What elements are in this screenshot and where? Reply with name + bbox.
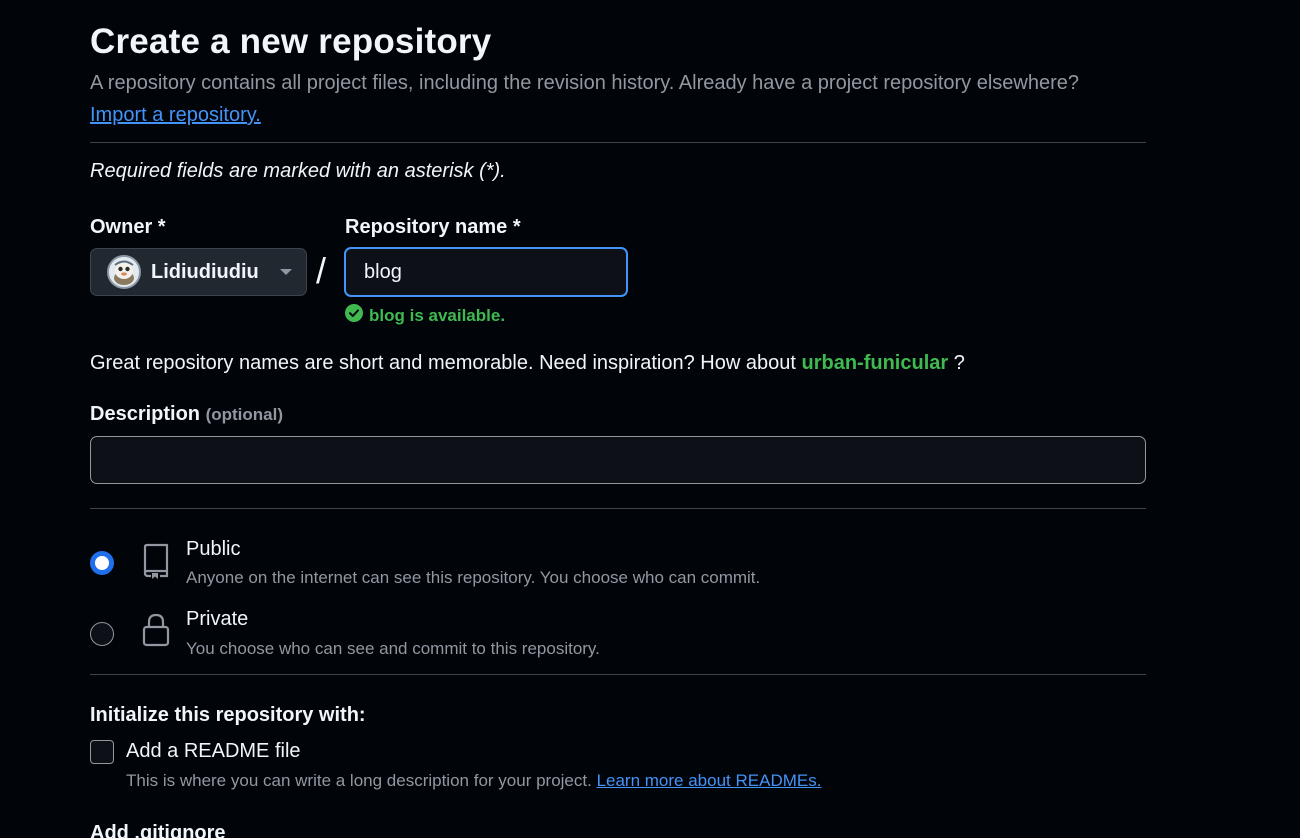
readme-checkbox[interactable] [90,740,114,764]
lock-icon [142,613,170,652]
repo-name-label: Repository name * [345,216,521,238]
repo-icon [142,543,170,584]
public-title: Public [186,538,241,560]
initialize-title: Initialize this repository with: [90,704,366,726]
divider [90,674,1146,675]
readme-description: This is where you can write a long descr… [126,771,821,791]
owner-dropdown[interactable]: Lidiudiudiu [90,248,307,296]
description-label-text: Description [90,403,201,425]
suggestion-text: Great repository names are short and mem… [90,352,796,374]
name-suggestion: Great repository names are short and mem… [90,352,965,375]
page-title: Create a new repository [90,22,492,61]
required-fields-note: Required fields are marked with an aster… [90,160,506,182]
page-subtitle: A repository contains all project files,… [90,72,1080,94]
caret-down-icon [280,269,292,275]
public-radio[interactable] [90,551,114,575]
description-label: Description (optional) [90,403,283,426]
optional-tag: (optional) [205,405,284,424]
availability-message: blog is available. [345,304,505,327]
import-repository-link[interactable]: Import a repository. [90,104,261,127]
readme-label[interactable]: Add a README file [126,740,301,763]
description-input[interactable] [90,436,1146,484]
divider [90,142,1146,143]
repo-name-input[interactable] [344,247,628,297]
private-title: Private [186,608,249,630]
learn-more-readmes-link[interactable]: Learn more about READMEs. [597,771,822,790]
avatar-icon [107,255,141,289]
create-repo-page: Create a new repository A repository con… [0,0,1300,838]
divider [90,508,1146,509]
suggestion-suffix: ? [953,352,965,374]
private-description: You choose who can see and commit to thi… [186,639,600,658]
availability-text: blog is available. [369,305,506,325]
public-description: Anyone on the internet can see this repo… [186,568,761,587]
check-circle-icon [345,304,363,327]
owner-name: Lidiudiudiu [151,260,259,283]
private-radio[interactable] [90,622,114,646]
owner-repo-separator: / [316,250,327,291]
suggested-name-button[interactable]: urban-funicular [801,352,948,374]
readme-description-text: This is where you can write a long descr… [126,771,592,790]
gitignore-label: Add .gitignore [90,822,226,838]
owner-label: Owner * [90,216,166,238]
